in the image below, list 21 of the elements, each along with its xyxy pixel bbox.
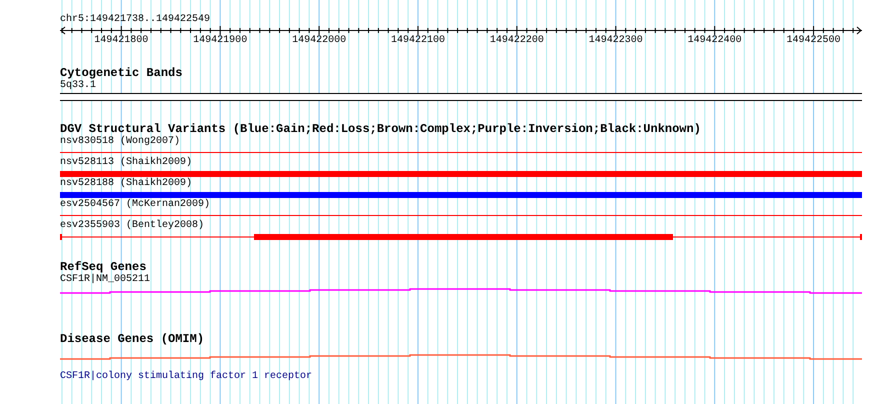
variant-label: nsv830518 (Wong2007) bbox=[60, 136, 180, 148]
tick-label: 149422100 bbox=[390, 35, 445, 46]
track-title: Cytogenetic Bands bbox=[60, 66, 182, 80]
tick-label: 149421800 bbox=[94, 35, 148, 46]
tick-label: 149422500 bbox=[786, 35, 841, 46]
variant-label: esv2355903 (Bentley2008) bbox=[60, 220, 204, 232]
band-label: 5q33.1 bbox=[60, 80, 96, 92]
track-title: Disease Genes (OMIM) bbox=[60, 332, 204, 346]
tick-label: 149422400 bbox=[688, 35, 742, 46]
gene-label: CSF1R|colony stimulating factor 1 receptor bbox=[60, 371, 312, 383]
variant-label: esv2504567 (McKernan2009) bbox=[60, 199, 210, 211]
track-title: DGV Structural Variants (Blue:Gain;Red:Loss;Brown:Complex;Purple:Inversion;Black:Unknown) bbox=[60, 122, 701, 136]
variant-label: nsv528113 (Shaikh2009) bbox=[60, 157, 192, 169]
gene-label: CSF1R|NM_005211 bbox=[60, 274, 150, 286]
track-title: RefSeq Genes bbox=[60, 260, 146, 274]
tick-label: 149422200 bbox=[490, 35, 544, 46]
variant-label: nsv528188 (Shaikh2009) bbox=[60, 178, 192, 190]
tick-label: 149422000 bbox=[292, 35, 346, 46]
tick-label: 149422300 bbox=[588, 35, 643, 46]
location-label: chr5:149421738..149422549 bbox=[60, 14, 210, 26]
tick-label: 149421900 bbox=[193, 35, 248, 46]
